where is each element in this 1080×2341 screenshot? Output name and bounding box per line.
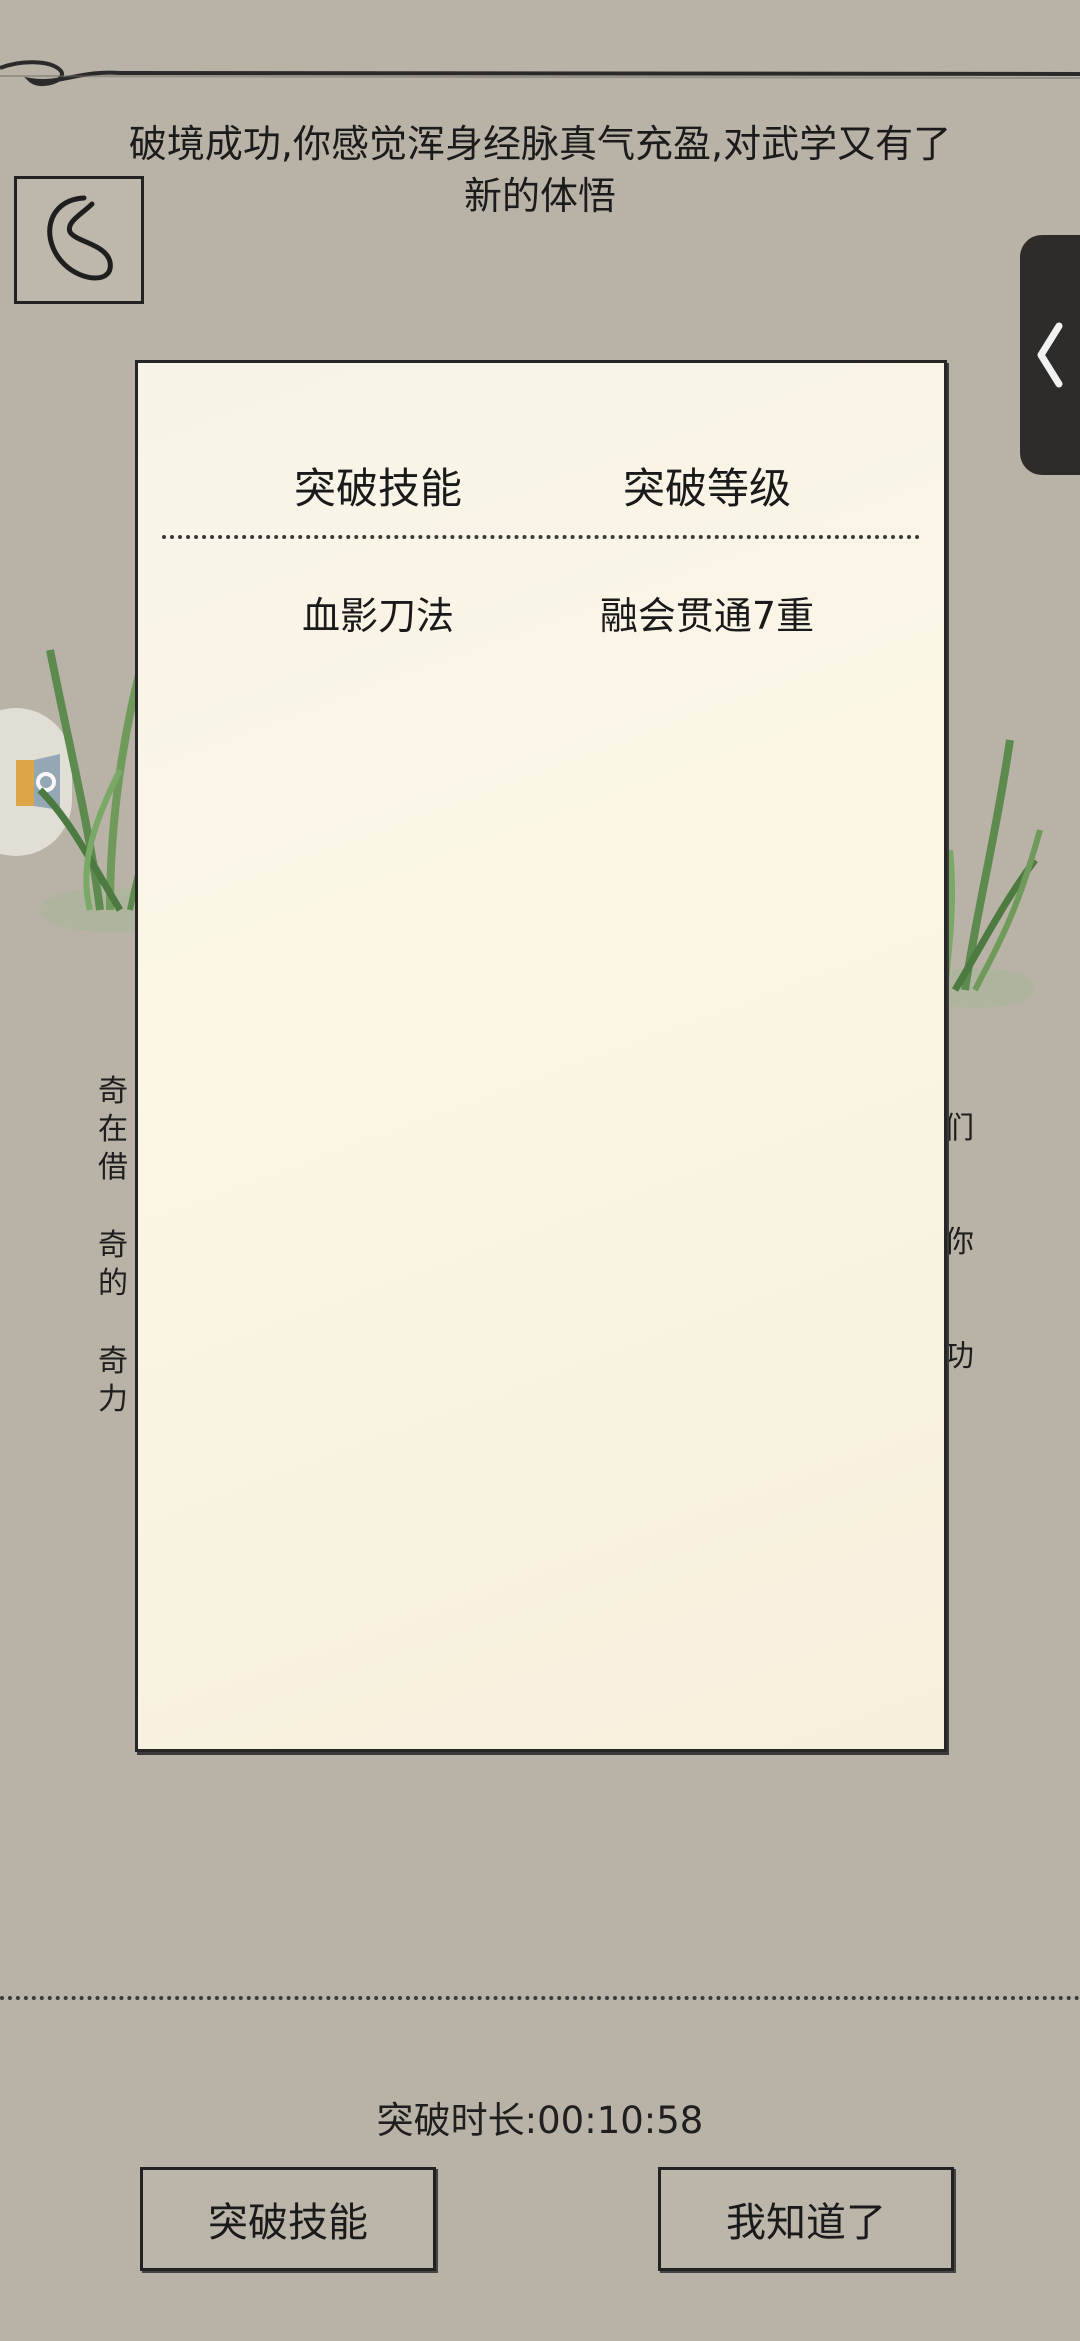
bg-char: 们 — [944, 1111, 974, 1146]
bg-char: 你 — [944, 1225, 974, 1260]
bg-char: 奇 — [98, 1228, 128, 1263]
grass-decoration-right — [935, 739, 1043, 1008]
background-text-right: 们 你 功 — [944, 1110, 974, 1376]
duration-value: 00:10:58 — [537, 2099, 704, 2142]
back-button[interactable] — [14, 176, 144, 304]
acknowledge-button[interactable]: 我知道了 — [658, 2167, 954, 2271]
bg-char: 力 — [98, 1382, 128, 1417]
breakthrough-result-dialog: 突破技能 突破等级 血影刀法 融会贯通7重 — [135, 360, 947, 1752]
chevron-left-icon — [1037, 322, 1063, 388]
bg-char: 的 — [98, 1266, 128, 1301]
bg-char: 在 — [98, 1112, 128, 1147]
column-header-level: 突破等级 — [622, 464, 791, 513]
header-divider — [162, 535, 920, 539]
bg-char: 借 — [98, 1150, 128, 1185]
background-text-left: 奇 在 借 奇 的 奇 力 — [98, 1073, 128, 1419]
breakthrough-message: 破境成功,你感觉浑身经脉真气充盈,对武学又有了新的体悟 — [128, 122, 952, 218]
bg-char: 功 — [944, 1339, 974, 1374]
bottom-divider — [0, 1996, 1080, 2000]
bg-char: 奇 — [98, 1074, 128, 1109]
duration-label: 突破时长: — [376, 2099, 538, 2142]
top-cloud-decoration — [0, 60, 1080, 87]
breakthrough-skill-button[interactable]: 突破技能 — [140, 2167, 436, 2271]
column-header-skill: 突破技能 — [293, 464, 462, 513]
breakthrough-duration: 突破时长:00:10:58 — [240, 2090, 840, 2144]
side-drawer-tab[interactable] — [1020, 235, 1080, 475]
skill-level-cell: 融会贯通7重 — [599, 594, 815, 638]
skill-name-cell: 血影刀法 — [301, 594, 454, 638]
back-curl-icon — [47, 195, 113, 281]
bg-char: 奇 — [98, 1344, 128, 1379]
